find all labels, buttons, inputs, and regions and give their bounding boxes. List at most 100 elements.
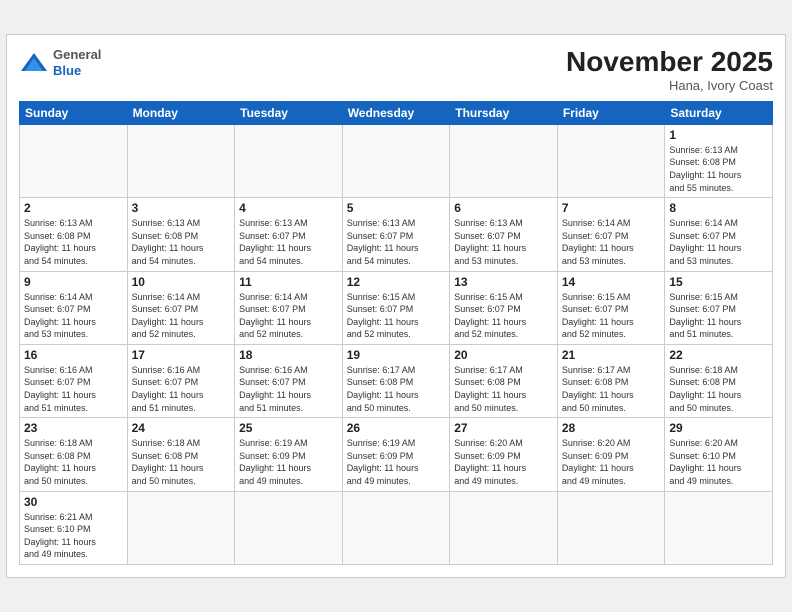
day-info: Sunrise: 6:15 AM Sunset: 6:07 PM Dayligh… [347, 291, 446, 341]
calendar-week-5: 23 Sunrise: 6:18 AM Sunset: 6:08 PM Dayli… [20, 418, 773, 491]
month-title: November 2025 [566, 47, 773, 78]
day-info: Sunrise: 6:20 AM Sunset: 6:09 PM Dayligh… [454, 437, 553, 487]
calendar-cell: 11Sunrise: 6:14 AM Sunset: 6:07 PM Dayli… [235, 271, 343, 344]
calendar-cell: 22Sunrise: 6:18 AM Sunset: 6:08 PM Dayli… [665, 344, 773, 417]
calendar-cell: 6Sunrise: 6:13 AM Sunset: 6:07 PM Daylig… [450, 198, 558, 271]
weekday-header-wednesday: Wednesday [342, 101, 450, 124]
day-number: 2 [24, 201, 123, 215]
day-number: 14 [562, 275, 661, 289]
day-number: 13 [454, 275, 553, 289]
day-number: 21 [562, 348, 661, 362]
calendar-week-2: 2 Sunrise: 6:13 AM Sunset: 6:08 PM Daylig… [20, 198, 773, 271]
day-info: Sunrise: 6:16 AM Sunset: 6:07 PM Dayligh… [132, 364, 231, 414]
day-number: 19 [347, 348, 446, 362]
weekday-header-tuesday: Tuesday [235, 101, 343, 124]
day-number: 5 [347, 201, 446, 215]
day-info: Sunrise: 6:14 AM Sunset: 6:07 PM Dayligh… [562, 217, 661, 267]
day-number: 17 [132, 348, 231, 362]
weekday-header-monday: Monday [127, 101, 235, 124]
day-number: 24 [132, 421, 231, 435]
day-info: Sunrise: 6:16 AM Sunset: 6:07 PM Dayligh… [239, 364, 338, 414]
day-number: 18 [239, 348, 338, 362]
logo-icon [19, 51, 49, 75]
day-number: 3 [132, 201, 231, 215]
logo-text: General Blue [53, 47, 101, 78]
day-info: Sunrise: 6:15 AM Sunset: 6:07 PM Dayligh… [454, 291, 553, 341]
calendar-cell: 28Sunrise: 6:20 AM Sunset: 6:09 PM Dayli… [557, 418, 665, 491]
calendar-cell: 29 Sunrise: 6:20 AM Sunset: 6:10 PM Dayli… [665, 418, 773, 491]
weekday-header-thursday: Thursday [450, 101, 558, 124]
calendar-table: SundayMondayTuesdayWednesdayThursdayFrid… [19, 101, 773, 565]
calendar-cell [20, 124, 128, 197]
day-number: 15 [669, 275, 768, 289]
weekday-header-saturday: Saturday [665, 101, 773, 124]
weekday-header-row: SundayMondayTuesdayWednesdayThursdayFrid… [20, 101, 773, 124]
day-info: Sunrise: 6:16 AM Sunset: 6:07 PM Dayligh… [24, 364, 123, 414]
calendar-cell: 25 Sunrise: 6:19 AM Sunset: 6:09 PM Dayli… [235, 418, 343, 491]
day-number: 4 [239, 201, 338, 215]
day-info: Sunrise: 6:13 AM Sunset: 6:07 PM Dayligh… [347, 217, 446, 267]
calendar-cell: 24 Sunrise: 6:18 AM Sunset: 6:08 PM Dayli… [127, 418, 235, 491]
calendar-cell: 26Sunrise: 6:19 AM Sunset: 6:09 PM Dayli… [342, 418, 450, 491]
day-info: Sunrise: 6:19 AM Sunset: 6:09 PM Dayligh… [239, 437, 338, 487]
day-info: Sunrise: 6:14 AM Sunset: 6:07 PM Dayligh… [669, 217, 768, 267]
calendar-cell: 21 Sunrise: 6:17 AM Sunset: 6:08 PM Dayli… [557, 344, 665, 417]
day-info: Sunrise: 6:17 AM Sunset: 6:08 PM Dayligh… [562, 364, 661, 414]
calendar-cell: 12 Sunrise: 6:15 AM Sunset: 6:07 PM Dayli… [342, 271, 450, 344]
day-info: Sunrise: 6:13 AM Sunset: 6:08 PM Dayligh… [24, 217, 123, 267]
day-number: 22 [669, 348, 768, 362]
day-number: 1 [669, 128, 768, 142]
calendar-cell [665, 491, 773, 564]
day-number: 29 [669, 421, 768, 435]
day-info: Sunrise: 6:18 AM Sunset: 6:08 PM Dayligh… [132, 437, 231, 487]
calendar-cell: 7 Sunrise: 6:14 AM Sunset: 6:07 PM Daylig… [557, 198, 665, 271]
calendar-container: General Blue November 2025 Hana, Ivory C… [6, 34, 786, 578]
day-number: 20 [454, 348, 553, 362]
calendar-cell: 15 Sunrise: 6:15 AM Sunset: 6:07 PM Dayli… [665, 271, 773, 344]
day-info: Sunrise: 6:13 AM Sunset: 6:07 PM Dayligh… [454, 217, 553, 267]
day-number: 23 [24, 421, 123, 435]
calendar-cell: 14 Sunrise: 6:15 AM Sunset: 6:07 PM Dayli… [557, 271, 665, 344]
calendar-cell: 10 Sunrise: 6:14 AM Sunset: 6:07 PM Dayli… [127, 271, 235, 344]
calendar-cell: 19 Sunrise: 6:17 AM Sunset: 6:08 PM Dayli… [342, 344, 450, 417]
calendar-header: General Blue November 2025 Hana, Ivory C… [19, 47, 773, 93]
calendar-cell: 8 Sunrise: 6:14 AM Sunset: 6:07 PM Daylig… [665, 198, 773, 271]
day-number: 8 [669, 201, 768, 215]
day-number: 30 [24, 495, 123, 509]
day-number: 26 [347, 421, 446, 435]
calendar-cell: 3 Sunrise: 6:13 AM Sunset: 6:08 PM Daylig… [127, 198, 235, 271]
calendar-cell: 30Sunrise: 6:21 AM Sunset: 6:10 PM Dayli… [20, 491, 128, 564]
day-info: Sunrise: 6:17 AM Sunset: 6:08 PM Dayligh… [347, 364, 446, 414]
day-number: 7 [562, 201, 661, 215]
day-info: Sunrise: 6:15 AM Sunset: 6:07 PM Dayligh… [562, 291, 661, 341]
calendar-cell [557, 491, 665, 564]
day-info: Sunrise: 6:14 AM Sunset: 6:07 PM Dayligh… [132, 291, 231, 341]
day-info: Sunrise: 6:13 AM Sunset: 6:07 PM Dayligh… [239, 217, 338, 267]
calendar-cell: 9 Sunrise: 6:14 AM Sunset: 6:07 PM Daylig… [20, 271, 128, 344]
calendar-week-4: 16Sunrise: 6:16 AM Sunset: 6:07 PM Dayli… [20, 344, 773, 417]
day-info: Sunrise: 6:20 AM Sunset: 6:10 PM Dayligh… [669, 437, 768, 487]
day-number: 28 [562, 421, 661, 435]
day-info: Sunrise: 6:17 AM Sunset: 6:08 PM Dayligh… [454, 364, 553, 414]
day-info: Sunrise: 6:14 AM Sunset: 6:07 PM Dayligh… [24, 291, 123, 341]
day-number: 12 [347, 275, 446, 289]
calendar-cell: 23Sunrise: 6:18 AM Sunset: 6:08 PM Dayli… [20, 418, 128, 491]
logo: General Blue [19, 47, 101, 78]
calendar-cell: 4 Sunrise: 6:13 AM Sunset: 6:07 PM Daylig… [235, 198, 343, 271]
day-number: 9 [24, 275, 123, 289]
calendar-cell [342, 124, 450, 197]
day-number: 10 [132, 275, 231, 289]
day-number: 25 [239, 421, 338, 435]
day-info: Sunrise: 6:15 AM Sunset: 6:07 PM Dayligh… [669, 291, 768, 341]
calendar-cell: 2 Sunrise: 6:13 AM Sunset: 6:08 PM Daylig… [20, 198, 128, 271]
day-info: Sunrise: 6:13 AM Sunset: 6:08 PM Dayligh… [669, 144, 768, 194]
day-info: Sunrise: 6:13 AM Sunset: 6:08 PM Dayligh… [132, 217, 231, 267]
calendar-cell [235, 124, 343, 197]
calendar-week-1: 1 Sunrise: 6:13 AM Sunset: 6:08 PM Daylig… [20, 124, 773, 197]
calendar-cell [450, 124, 558, 197]
calendar-cell [235, 491, 343, 564]
calendar-cell [557, 124, 665, 197]
calendar-cell: 16Sunrise: 6:16 AM Sunset: 6:07 PM Dayli… [20, 344, 128, 417]
calendar-cell [127, 491, 235, 564]
logo-blue: Blue [53, 63, 81, 78]
